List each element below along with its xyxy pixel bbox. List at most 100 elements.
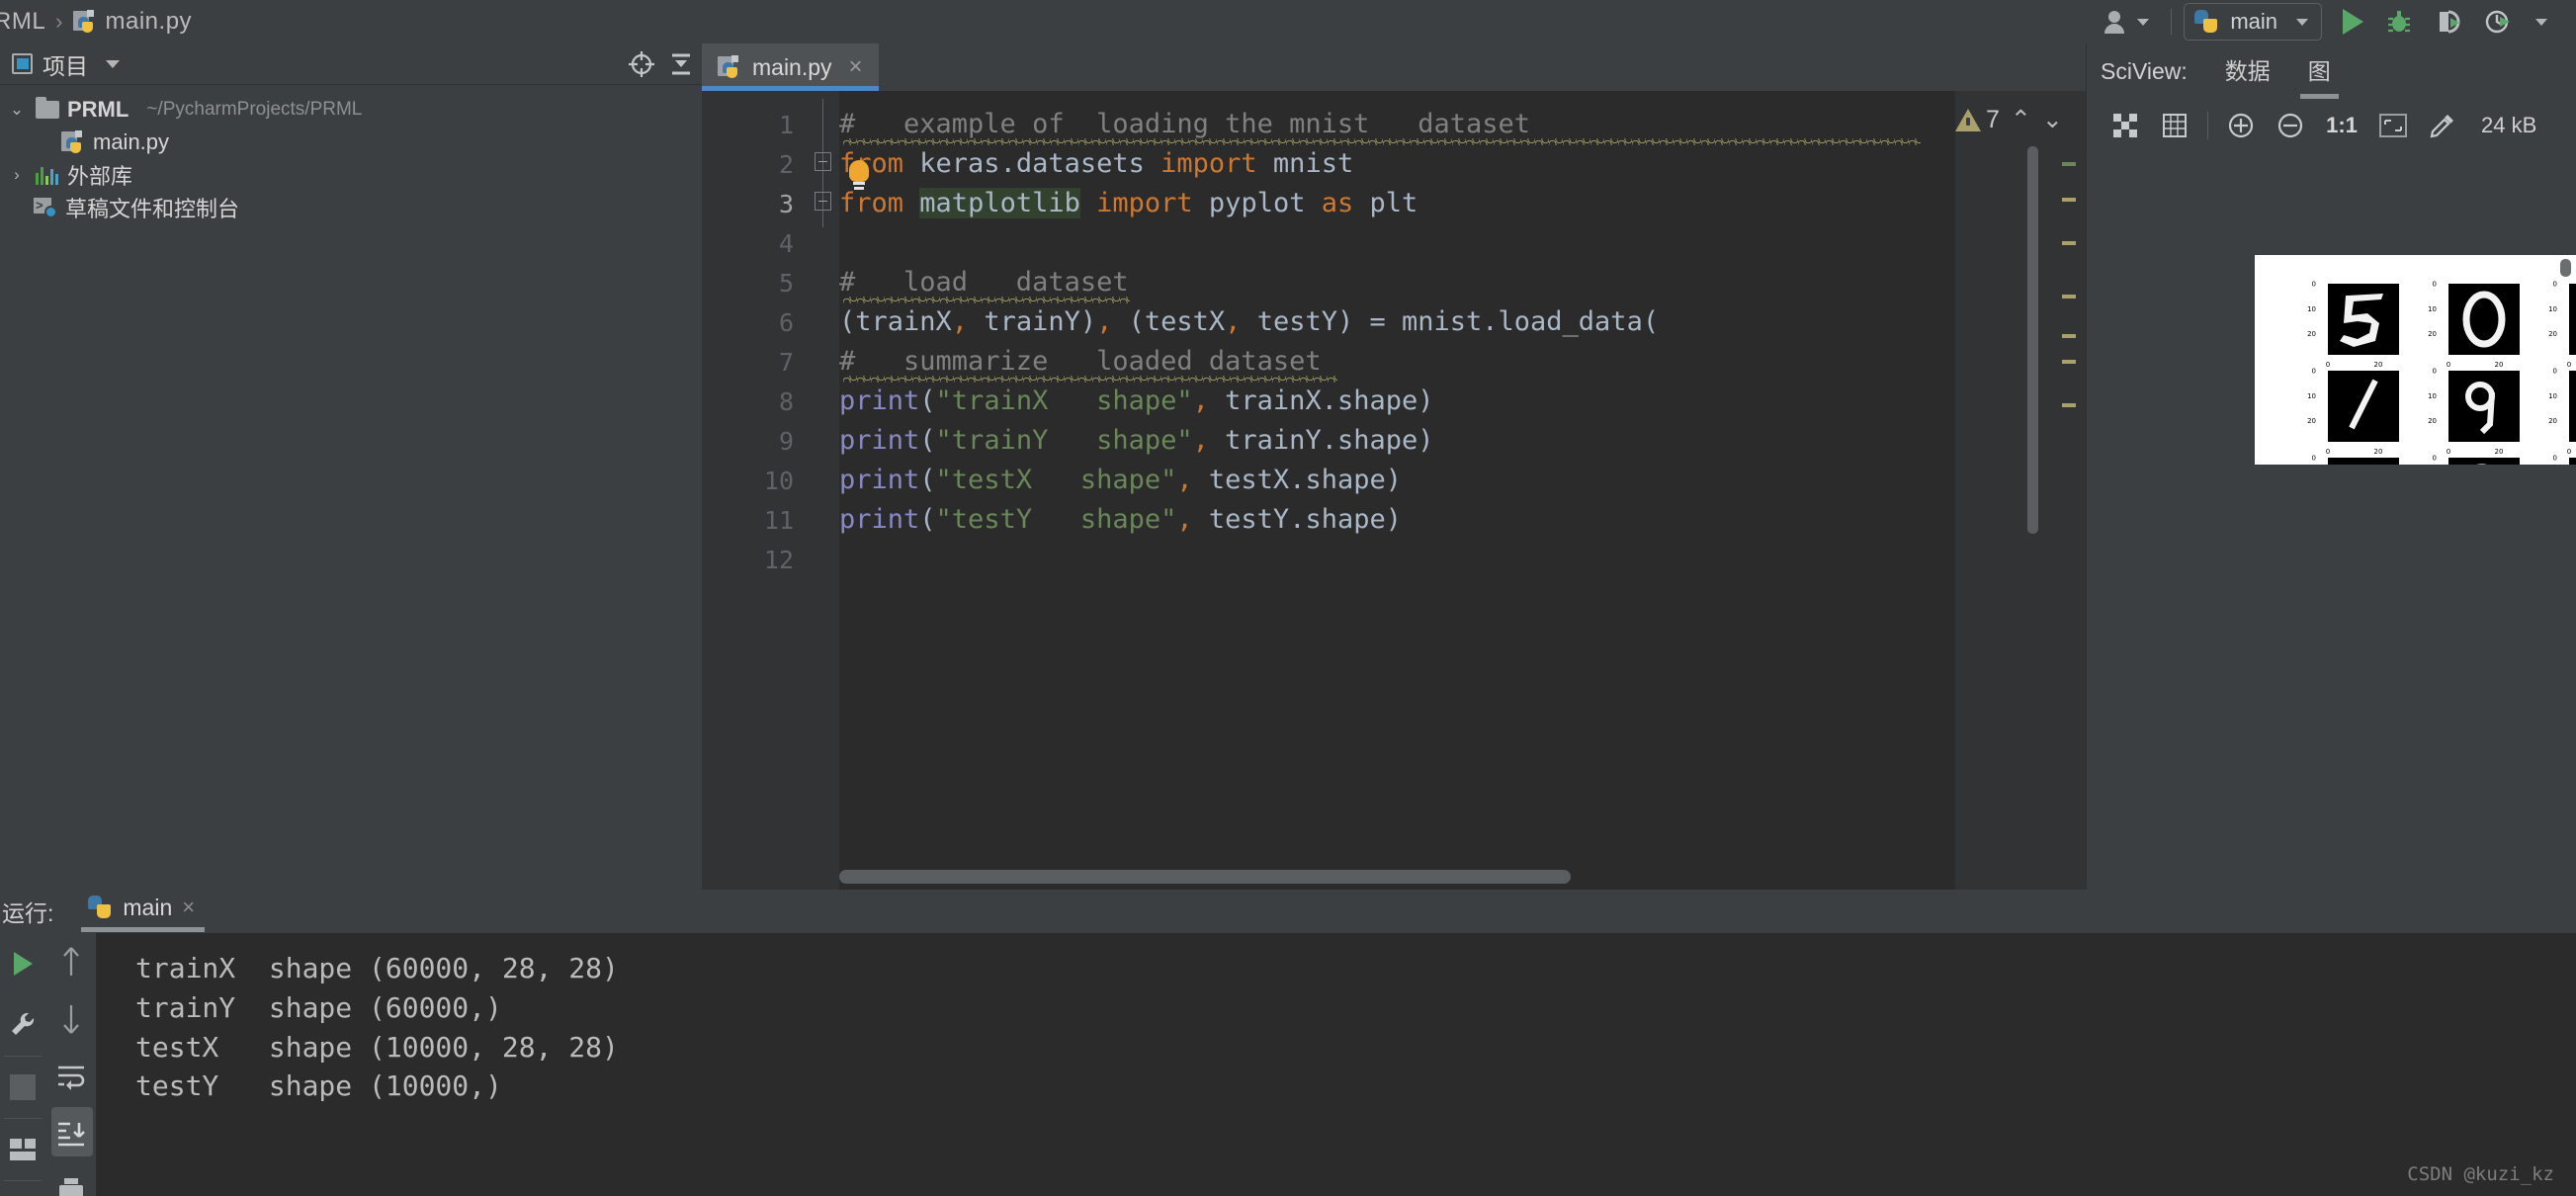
python-icon <box>87 895 113 920</box>
fit-to-window-button[interactable] <box>2368 101 2418 150</box>
scroll-down-button[interactable] <box>46 990 96 1048</box>
next-problem-icon[interactable]: ⌄ <box>2042 105 2063 134</box>
code-content: # example of loading the mnist dataset f… <box>839 91 2086 890</box>
image-size-label: 24 kB <box>2481 113 2536 138</box>
line-number: 10 <box>764 467 794 495</box>
scroll-to-end-button[interactable] <box>46 1105 96 1162</box>
chevron-down-icon <box>2296 19 2308 26</box>
zoom-in-button[interactable] <box>2216 101 2266 150</box>
grid-button[interactable] <box>2150 101 2199 150</box>
breadcrumb-project[interactable]: RML <box>0 8 45 36</box>
breadcrumb-file[interactable]: main.py <box>73 8 193 36</box>
sciview-scrollbar-thumb[interactable] <box>2560 259 2571 277</box>
svg-text:0: 0 <box>2433 368 2437 376</box>
run-settings-button[interactable] <box>0 994 45 1056</box>
previous-problem-icon[interactable]: ⌃ <box>2011 105 2031 134</box>
code-folding-gutter[interactable] <box>808 91 839 890</box>
code-line-10: print("testX shape", testX.shape) <box>839 465 1402 495</box>
close-icon[interactable]: × <box>849 53 863 81</box>
svg-text:20: 20 <box>2495 448 2504 456</box>
layout-icon <box>8 1137 38 1162</box>
run-button[interactable] <box>2332 3 2374 41</box>
project-tool-window-title: 项目 <box>43 47 88 81</box>
close-icon[interactable]: × <box>182 895 195 920</box>
code-line-5: # load dataset <box>839 267 1129 298</box>
scroll-up-button[interactable] <box>46 933 96 990</box>
run-tab-main[interactable]: main × <box>81 895 205 929</box>
checkerboard-icon <box>2111 112 2139 139</box>
tree-item-path: ~/PycharmProjects/PRML <box>146 99 362 121</box>
svg-text:0: 0 <box>2447 361 2450 369</box>
chevron-down-icon[interactable] <box>106 60 120 68</box>
vertical-scrollbar-thumb[interactable] <box>2027 146 2038 534</box>
print-icon <box>55 1176 87 1196</box>
svg-text:0: 0 <box>2326 448 2330 456</box>
svg-text:0: 0 <box>2312 281 2316 289</box>
more-options-button[interactable] <box>2525 13 2558 32</box>
breadcrumb-file-label: main.py <box>106 8 193 36</box>
scroll-up-icon <box>57 944 85 980</box>
tree-item-scratches[interactable]: 草稿文件和控制台 <box>0 191 702 223</box>
svg-text:20: 20 <box>2374 361 2383 369</box>
console-output[interactable]: trainX shape (60000, 28, 28) trainY shap… <box>96 933 2576 1196</box>
tree-item-main-py[interactable]: main.py <box>0 126 702 158</box>
console-actions-toolbar <box>46 933 96 1196</box>
rerun-button[interactable] <box>0 933 45 994</box>
sciview-tab-plots[interactable]: 图 <box>2308 52 2331 90</box>
soft-wrap-button[interactable] <box>46 1048 96 1105</box>
chevron-down-icon[interactable]: ⌄ <box>6 101 28 118</box>
line-number: 6 <box>779 308 794 337</box>
horizontal-scrollbar-thumb[interactable] <box>839 870 1571 884</box>
inspection-squiggle <box>843 138 1921 145</box>
account-button[interactable] <box>2092 2 2159 42</box>
pycharm-window: RML › main.py main <box>0 0 2576 1196</box>
sciview-tab-data[interactable]: 数据 <box>2225 52 2271 90</box>
fold-collapse-box[interactable] <box>815 152 831 171</box>
svg-text:20: 20 <box>2307 330 2316 338</box>
color-picker-button[interactable] <box>2418 101 2467 150</box>
debug-button[interactable] <box>2374 2 2424 42</box>
run-configuration-selector[interactable]: main <box>2184 3 2322 41</box>
print-button[interactable] <box>46 1162 96 1196</box>
console-line: testY shape (10000,) <box>135 1069 502 1102</box>
horizontal-scrollbar[interactable] <box>839 870 1947 884</box>
code-editor[interactable]: 1 2 3 4 5 6 7 8 9 10 11 12 # ex <box>702 91 2086 890</box>
warning-triangle-icon <box>1955 109 1981 131</box>
svg-text:0: 0 <box>2553 455 2557 463</box>
select-opened-file-button[interactable] <box>622 44 661 84</box>
line-number: 5 <box>779 269 794 298</box>
console-line: testX shape (10000, 28, 28) <box>135 1031 619 1064</box>
layout-button[interactable] <box>0 1119 45 1180</box>
tree-item-label: 草稿文件和控制台 <box>65 192 239 223</box>
inspection-squiggle <box>843 297 1130 303</box>
settings-wrench-icon <box>8 1010 38 1040</box>
profile-button[interactable] <box>2473 2 2525 42</box>
toolbar-divider <box>2171 9 2172 35</box>
mnist-plot-image[interactable]: 01020 020 01020 020 01020 <box>2255 255 2576 465</box>
actual-size-button[interactable]: 1:1 <box>2315 101 2368 150</box>
run-configuration-label: main <box>2230 9 2277 35</box>
python-file-icon <box>718 55 741 79</box>
fold-collapse-box[interactable] <box>815 192 831 211</box>
plot-viewer[interactable]: 01020 020 01020 020 01020 <box>2087 154 2576 890</box>
stripe-marker <box>2062 360 2076 364</box>
python-file-icon <box>73 10 97 34</box>
tree-item-prml[interactable]: ⌄ PRML ~/PycharmProjects/PRML <box>0 93 702 126</box>
transparency-button[interactable] <box>2101 101 2150 150</box>
breadcrumb-separator: › <box>55 9 62 35</box>
breadcrumb: RML › main.py <box>0 8 192 36</box>
stop-button[interactable] <box>0 1057 45 1118</box>
inspection-widget[interactable]: 7 ⌃ ⌄ <box>1955 105 2063 134</box>
expand-all-button[interactable] <box>661 44 701 84</box>
tree-item-external-libraries[interactable]: › 外部库 <box>0 158 702 191</box>
scroll-to-end-icon <box>54 1119 88 1149</box>
error-stripe-markers[interactable] <box>2062 91 2076 890</box>
chevron-right-icon[interactable]: › <box>6 166 28 183</box>
zoom-out-button[interactable] <box>2266 101 2315 150</box>
editor-tab-main-py[interactable]: main.py × <box>702 43 879 91</box>
code-line-8: print("trainX shape", trainX.shape) <box>839 385 1433 416</box>
inspection-rail: 7 ⌃ ⌄ <box>1955 91 2086 890</box>
run-actions-toolbar <box>0 933 45 1196</box>
coverage-button[interactable] <box>2424 2 2473 42</box>
tree-item-label: main.py <box>93 129 169 155</box>
